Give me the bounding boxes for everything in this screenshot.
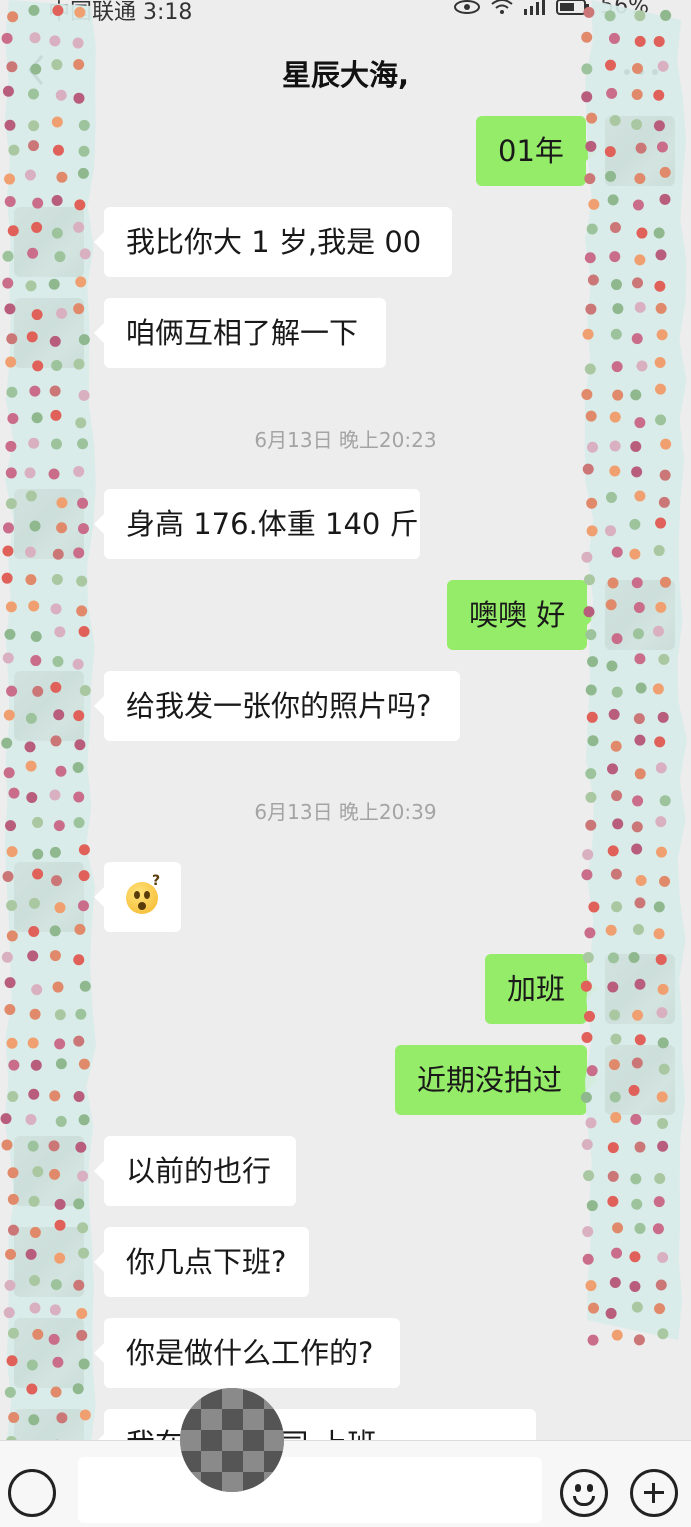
message-bubble-incoming[interactable]: 身高 176.体重 140 斤	[94, 489, 420, 559]
signal-icon	[524, 0, 546, 15]
chat-header: 星辰大海,	[0, 30, 691, 110]
message-bubble-incoming[interactable]: 给我发一张你的照片吗?	[94, 671, 460, 741]
timestamp: 6月13日 晚上20:39	[254, 800, 437, 824]
voice-button[interactable]	[8, 1469, 56, 1517]
message-bubble-incoming[interactable]: 咱俩互相了解一下	[94, 298, 386, 368]
status-icons: 56%	[454, 0, 649, 19]
emoji-button[interactable]	[560, 1469, 608, 1517]
message-bubble-incoming[interactable]: 我比你大 1 岁,我是 00	[94, 207, 452, 277]
confused-face-emoji-icon: ?	[126, 874, 160, 914]
chat-title: 星辰大海,	[281, 58, 410, 92]
battery-percent: 56%	[600, 0, 649, 19]
timestamp: 6月13日 晚上20:23	[254, 428, 437, 452]
message-bubble-outgoing[interactable]: 近期没拍过	[395, 1045, 597, 1115]
avatar-contact[interactable]	[14, 862, 84, 932]
message-bubble-incoming[interactable]: 我在 有限公司 上班	[94, 1409, 536, 1440]
avatar-contact[interactable]	[14, 1318, 84, 1388]
message-bubble-outgoing[interactable]: 加班	[485, 954, 597, 1024]
input-bar	[0, 1440, 691, 1527]
message-bubble-incoming[interactable]: 以前的也行	[94, 1136, 296, 1206]
avatar-contact[interactable]	[14, 1136, 84, 1206]
avatar-self[interactable]	[605, 954, 675, 1024]
status-bar: 中国联通 3:18 56%	[0, 0, 691, 25]
message-bubble-outgoing[interactable]: 01年	[476, 116, 596, 186]
message-bubble-incoming-emoji[interactable]: ?	[94, 862, 181, 932]
wifi-icon	[491, 0, 513, 14]
message-input[interactable]	[78, 1457, 542, 1523]
carrier-time: 中国联通 3:18	[48, 0, 193, 25]
more-dots-icon	[624, 69, 658, 75]
avatar-contact[interactable]	[14, 489, 84, 559]
avatar-contact[interactable]	[14, 1227, 84, 1297]
plus-button[interactable]	[630, 1469, 678, 1517]
pixelated-redaction	[180, 1388, 284, 1492]
avatar-self[interactable]	[605, 1045, 675, 1115]
message-bubble-outgoing[interactable]: 噢噢 好	[447, 580, 597, 650]
avatar-contact[interactable]	[14, 207, 84, 277]
eye-icon	[454, 0, 481, 14]
avatar-contact[interactable]	[14, 1409, 84, 1440]
avatar-self[interactable]	[605, 116, 675, 186]
more-button[interactable]	[621, 54, 661, 90]
message-bubble-incoming[interactable]: 你是做什么工作的?	[94, 1318, 400, 1388]
battery-icon	[556, 0, 590, 15]
avatar-self[interactable]	[605, 580, 675, 650]
message-bubble-incoming[interactable]: 你几点下班?	[94, 1227, 309, 1297]
avatar-contact[interactable]	[14, 671, 84, 741]
avatar-contact[interactable]	[14, 298, 84, 368]
chat-area[interactable]: 01年 我比你大 1 岁,我是 00 咱俩互相了解一下 6月13日 晚上20:2…	[0, 0, 691, 1440]
